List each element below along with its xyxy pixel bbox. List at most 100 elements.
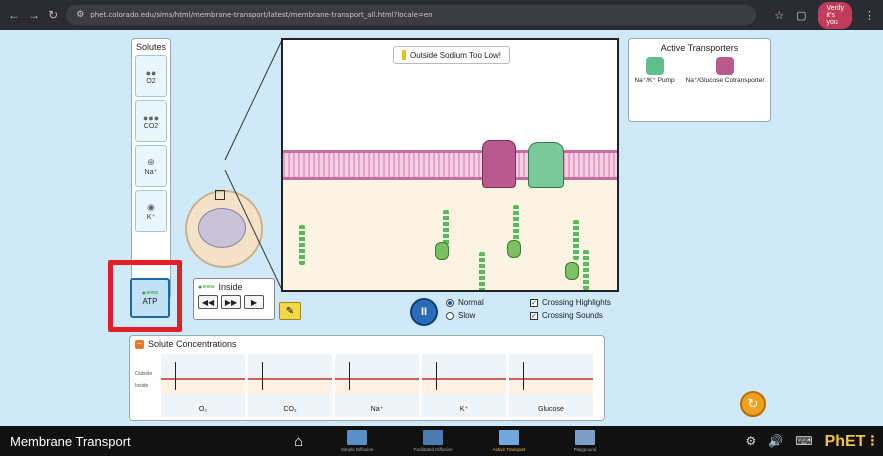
- na-k-pump-item[interactable]: Na⁺/K⁺ Pump: [634, 57, 675, 85]
- sodium-icon: ⊕: [147, 156, 155, 167]
- screen-label: Simple Diffusion: [340, 447, 374, 452]
- adp-molecule[interactable]: [565, 262, 579, 280]
- collapse-button[interactable]: −: [135, 339, 144, 349]
- screen-label: Facilitated Diffusion: [413, 447, 453, 452]
- atp-icon: ●≡≡≡: [198, 283, 215, 291]
- speed-slow-option[interactable]: Slow: [446, 311, 484, 320]
- glucose-cotransporter-item[interactable]: Na⁺/Glucose Cotransporter: [686, 57, 765, 85]
- glucose-cotransporter-label: Na⁺/Glucose Cotransporter: [685, 77, 765, 84]
- solutes-title: Solutes: [135, 42, 167, 52]
- screen-thumbnail: [499, 430, 520, 445]
- co2-icon: ●●●: [142, 112, 160, 123]
- eraser-button[interactable]: ✎: [279, 302, 301, 320]
- atp-molecule[interactable]: [479, 252, 485, 290]
- concentration-na: Na⁺: [335, 354, 419, 417]
- phet-logo[interactable]: PhET ⁝: [825, 431, 875, 451]
- sound-icon[interactable]: 🔊: [768, 434, 783, 448]
- simulation-area: Solutes ●● O2 ●●● CO2 ⊕ Na⁺ ◉ K⁺ ●≡≡≡ AT…: [0, 30, 883, 426]
- url-text: phet.colorado.edu/sims/html/membrane-tra…: [90, 11, 433, 19]
- solute-label: CO2: [143, 122, 159, 130]
- screen-tab-active-transport[interactable]: Active Transport: [479, 430, 539, 452]
- back-icon[interactable]: ←: [8, 8, 20, 22]
- atp-molecule[interactable]: [443, 210, 449, 246]
- bookmark-star-icon[interactable]: ☆: [774, 9, 784, 22]
- app-title: Membrane Transport: [10, 433, 131, 449]
- step-button[interactable]: ▶: [244, 295, 264, 309]
- speed-normal-option[interactable]: Normal: [446, 298, 484, 307]
- fast-forward-button[interactable]: ▶▶: [221, 295, 241, 309]
- solute-label: K⁺: [146, 213, 156, 221]
- crossing-sounds-option[interactable]: ✓ Crossing Sounds: [530, 311, 611, 320]
- transporters-title: Active Transporters: [660, 43, 739, 53]
- o2-icon: ●●: [145, 67, 157, 78]
- adp-molecule[interactable]: [435, 242, 449, 260]
- options-checkboxes: ✓ Crossing Highlights ✓ Crossing Sounds: [530, 298, 611, 324]
- crossing-highlights-checkbox[interactable]: ✓: [530, 298, 538, 307]
- solute-o2-button[interactable]: ●● O2: [135, 55, 167, 97]
- atp-molecule[interactable]: [573, 220, 579, 260]
- crossing-highlights-option[interactable]: ✓ Crossing Highlights: [530, 298, 611, 307]
- checkbox-label: Crossing Highlights: [542, 298, 611, 307]
- membrane: [283, 150, 617, 180]
- reset-all-button[interactable]: ↻: [740, 391, 766, 417]
- forward-icon[interactable]: →: [28, 8, 40, 22]
- glucose-cotransporter-icon: [716, 57, 735, 75]
- site-info-icon[interactable]: ⚙: [76, 10, 84, 20]
- concentrations-title: Solute Concentrations: [148, 339, 237, 349]
- active-transporters-panel: Active Transporters Na⁺/K⁺ Pump Na⁺/Gluc…: [628, 38, 771, 122]
- phet-menu-dots: ⁝: [865, 433, 875, 450]
- warning-banner: Outside Sodium Too Low!: [393, 46, 511, 64]
- potassium-icon: ◉: [147, 201, 155, 212]
- radio-slow[interactable]: [446, 311, 454, 320]
- concentration-label: CO₂: [283, 406, 297, 413]
- solute-label: Na⁺: [144, 168, 158, 176]
- pause-button[interactable]: II: [410, 298, 438, 326]
- radio-normal[interactable]: [446, 298, 454, 307]
- concentration-label: Glucose: [538, 406, 564, 413]
- crossing-sounds-checkbox[interactable]: ✓: [530, 311, 538, 320]
- concentration-label: K⁺: [459, 406, 469, 413]
- solute-k-button[interactable]: ◉ K⁺: [135, 190, 167, 232]
- atp-highlight-annotation: [108, 260, 182, 332]
- concentration-k: K⁺: [422, 354, 506, 417]
- solute-na-button[interactable]: ⊕ Na⁺: [135, 145, 167, 187]
- screen-label: Active Transport: [492, 447, 526, 452]
- adp-molecule[interactable]: [507, 240, 521, 258]
- solute-label: O2: [146, 77, 156, 85]
- concentration-co2: CO₂: [248, 354, 332, 417]
- screen-tab-facilitated-diffusion[interactable]: Facilitated Diffusion: [403, 430, 463, 452]
- reload-icon[interactable]: ↻: [48, 8, 58, 22]
- navigation-bar: Membrane Transport ⌂ Simple Diffusion Fa…: [0, 426, 883, 456]
- keyboard-icon[interactable]: ⌨: [795, 434, 812, 448]
- inside-atp-panel: ●≡≡≡ Inside ◀◀ ▶▶ ▶: [193, 278, 275, 320]
- screen-tab-simple-diffusion[interactable]: Simple Diffusion: [327, 430, 387, 452]
- inside-row-label: Inside: [135, 383, 149, 389]
- menu-dots-icon[interactable]: ⋮: [864, 9, 875, 22]
- home-icon[interactable]: ⌂: [294, 433, 303, 450]
- atp-molecule[interactable]: [513, 205, 519, 245]
- settings-icon[interactable]: ⚙: [746, 434, 757, 448]
- screen-tab-playground[interactable]: Playground: [555, 430, 615, 452]
- concentration-label: O₂: [198, 406, 208, 413]
- browser-toolbar: ← → ↻ ⚙ phet.colorado.edu/sims/html/memb…: [0, 0, 883, 30]
- checkbox-label: Crossing Sounds: [542, 311, 603, 320]
- extensions-icon[interactable]: ▢: [796, 9, 806, 22]
- glucose-cotransporter[interactable]: [482, 140, 516, 188]
- warning-text: Outside Sodium Too Low!: [410, 50, 502, 60]
- atp-molecule[interactable]: [299, 225, 305, 265]
- cell-organelles: [198, 208, 246, 248]
- membrane-view[interactable]: Outside Sodium Too Low!: [281, 38, 619, 292]
- speed-label: Normal: [458, 298, 484, 307]
- rewind-button[interactable]: ◀◀: [198, 295, 218, 309]
- warning-icon: [402, 50, 406, 60]
- atp-molecule[interactable]: [583, 250, 589, 290]
- screen-thumbnail: [423, 430, 444, 445]
- sodium-potassium-pump[interactable]: [528, 142, 564, 188]
- outside-row-label: Outside: [135, 371, 153, 377]
- concentration-label: Na⁺: [370, 406, 384, 413]
- profile-button[interactable]: Verify it's you: [818, 1, 852, 29]
- phet-logo-text: PhET: [824, 433, 866, 450]
- address-bar[interactable]: ⚙ phet.colorado.edu/sims/html/membrane-t…: [66, 5, 757, 25]
- solute-co2-button[interactable]: ●●● CO2: [135, 100, 167, 142]
- screen-label: Playground: [573, 447, 597, 452]
